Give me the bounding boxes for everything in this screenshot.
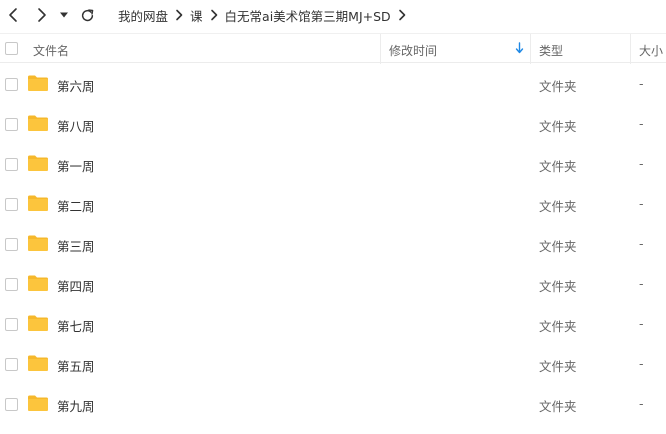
file-type: 文件夹	[539, 279, 577, 294]
row-checkbox[interactable]	[5, 398, 18, 411]
folder-icon	[28, 155, 48, 171]
file-size: -	[639, 356, 644, 371]
column-divider[interactable]	[380, 34, 381, 64]
row-checkbox[interactable]	[5, 198, 18, 211]
file-row[interactable]: 第二周 文件夹 -	[0, 184, 666, 224]
toolbar: 我的网盘 课 白无常ai美术馆第三期MJ+SD	[0, 0, 666, 30]
file-list-header: 文件名 修改时间 类型 大小	[0, 33, 666, 64]
file-size: -	[639, 316, 644, 331]
folder-icon	[28, 75, 48, 91]
forward-button[interactable]	[32, 4, 52, 26]
file-name[interactable]: 第三周	[57, 236, 95, 255]
column-header-size[interactable]: 大小	[639, 42, 663, 59]
file-size: -	[639, 156, 644, 171]
file-size: -	[639, 396, 644, 411]
file-type: 文件夹	[539, 199, 577, 214]
file-size: -	[639, 276, 644, 291]
column-header-name[interactable]: 文件名	[33, 42, 69, 59]
folder-icon	[28, 275, 48, 291]
file-row[interactable]: 第九周 文件夹 -	[0, 384, 666, 424]
chevron-right-icon	[168, 6, 190, 24]
row-checkbox[interactable]	[5, 358, 18, 371]
file-name[interactable]: 第五周	[57, 356, 95, 375]
file-list: 第六周 文件夹 - 第八周 文件夹 - 第一周 文件夹 - 第二周 文件夹 -	[0, 64, 666, 424]
row-checkbox[interactable]	[5, 318, 18, 331]
file-name[interactable]: 第七周	[57, 316, 95, 335]
file-row[interactable]: 第七周 文件夹 -	[0, 304, 666, 344]
folder-icon	[28, 315, 48, 331]
breadcrumb-item-current-folder[interactable]: 白无常ai美术馆第三期MJ+SD	[225, 6, 391, 25]
file-row[interactable]: 第三周 文件夹 -	[0, 224, 666, 264]
row-checkbox[interactable]	[5, 118, 18, 131]
arrow-down-icon[interactable]	[515, 42, 524, 54]
refresh-button[interactable]	[77, 4, 97, 26]
file-type: 文件夹	[539, 79, 577, 94]
folder-icon	[28, 115, 48, 131]
file-type: 文件夹	[539, 239, 577, 254]
caret-down-icon	[60, 12, 68, 18]
chevron-right-icon	[391, 6, 413, 24]
file-row[interactable]: 第一周 文件夹 -	[0, 144, 666, 184]
row-checkbox[interactable]	[5, 278, 18, 291]
column-divider[interactable]	[530, 34, 531, 64]
file-row[interactable]: 第五周 文件夹 -	[0, 344, 666, 384]
column-header-modified[interactable]: 修改时间	[389, 42, 437, 59]
file-size: -	[639, 196, 644, 211]
column-divider[interactable]	[630, 34, 631, 64]
chevron-right-icon	[203, 6, 225, 24]
row-checkbox[interactable]	[5, 158, 18, 171]
file-row[interactable]: 第八周 文件夹 -	[0, 104, 666, 144]
folder-icon	[28, 195, 48, 211]
file-name[interactable]: 第六周	[57, 76, 95, 95]
file-type: 文件夹	[539, 319, 577, 334]
folder-icon	[28, 395, 48, 411]
file-name[interactable]: 第二周	[57, 196, 95, 215]
chevron-right-icon	[38, 8, 46, 22]
folder-icon	[28, 355, 48, 371]
select-all-checkbox[interactable]	[5, 42, 18, 55]
file-size: -	[639, 116, 644, 131]
folder-icon	[28, 235, 48, 251]
chevron-left-icon	[9, 8, 17, 22]
row-checkbox[interactable]	[5, 238, 18, 251]
row-checkbox[interactable]	[5, 78, 18, 91]
file-type: 文件夹	[539, 159, 577, 174]
file-size: -	[639, 76, 644, 91]
file-type: 文件夹	[539, 119, 577, 134]
file-name[interactable]: 第九周	[57, 396, 95, 415]
refresh-icon	[81, 8, 93, 21]
file-type: 文件夹	[539, 359, 577, 374]
breadcrumb-item-my-drive[interactable]: 我的网盘	[118, 6, 168, 25]
history-dropdown-button[interactable]	[56, 4, 72, 26]
file-size: -	[639, 236, 644, 251]
file-row[interactable]: 第六周 文件夹 -	[0, 64, 666, 104]
file-type: 文件夹	[539, 399, 577, 414]
breadcrumb: 我的网盘 课 白无常ai美术馆第三期MJ+SD	[118, 6, 413, 24]
file-name[interactable]: 第八周	[57, 116, 95, 135]
breadcrumb-item-course[interactable]: 课	[190, 6, 203, 25]
file-name[interactable]: 第一周	[57, 156, 95, 175]
file-name[interactable]: 第四周	[57, 276, 95, 295]
back-button[interactable]	[3, 4, 23, 26]
file-row[interactable]: 第四周 文件夹 -	[0, 264, 666, 304]
column-header-type[interactable]: 类型	[539, 42, 563, 59]
